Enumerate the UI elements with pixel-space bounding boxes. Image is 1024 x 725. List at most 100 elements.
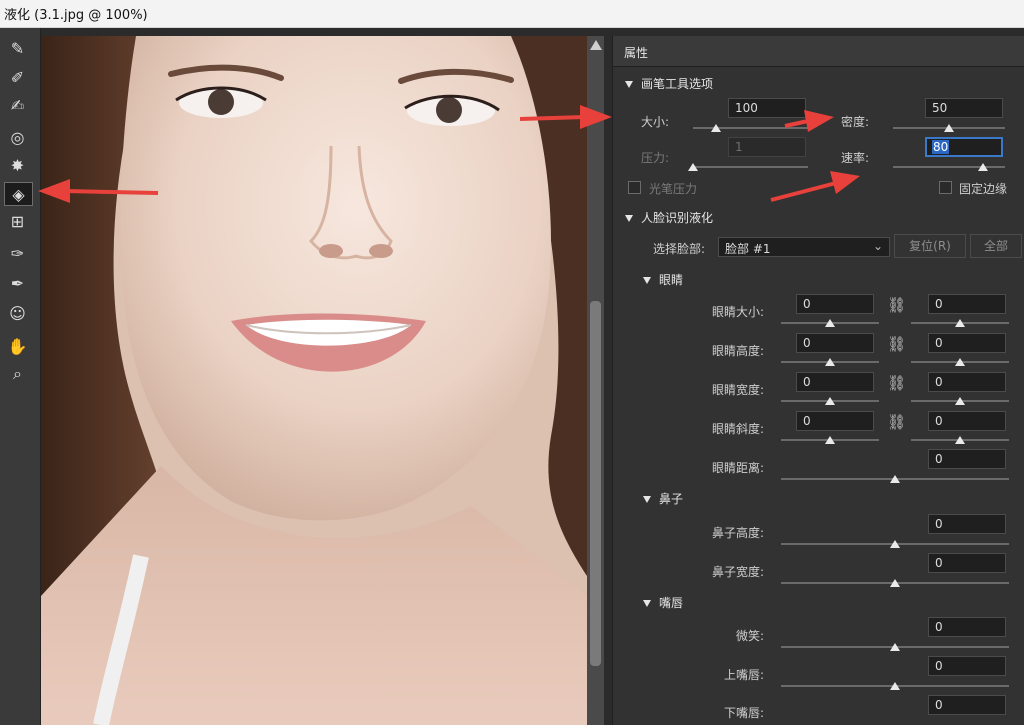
link-icon[interactable]: ⛓: [887, 374, 906, 392]
collapse-triangle-icon[interactable]: [643, 496, 651, 503]
freeze-mask-icon[interactable]: ✑: [4, 242, 31, 264]
portrait-image: [41, 36, 587, 725]
select-face-label: 选择脸部:: [653, 242, 706, 256]
scroll-thumb[interactable]: [590, 301, 601, 666]
nose-height-label: 鼻子高度:: [712, 526, 765, 540]
panel-title: 属性: [624, 46, 649, 60]
smile-slider[interactable]: [781, 643, 1009, 653]
eye-tilt-left-slider[interactable]: [781, 436, 879, 446]
nose-width-field[interactable]: 0: [928, 553, 1006, 573]
brush-rate-value: 80: [932, 140, 950, 154]
select-face-value: 脸部 #1: [725, 242, 771, 256]
window-title: 液化 (3.1.jpg @ 100%): [4, 8, 148, 23]
eye-size-left-field[interactable]: 0: [796, 294, 874, 314]
collapse-triangle-icon[interactable]: [625, 215, 633, 222]
eye-size-label: 眼睛大小:: [712, 305, 765, 319]
eye-size-right-field[interactable]: 0: [928, 294, 1006, 314]
brush-rate-field[interactable]: 80: [925, 137, 1003, 157]
eye-width-label: 眼睛宽度:: [712, 383, 765, 397]
panel-header: 属性: [613, 36, 1024, 67]
reconstruct-icon[interactable]: ✐: [4, 66, 31, 88]
thaw-mask-icon[interactable]: ✒: [4, 272, 31, 294]
eye-width-left-slider[interactable]: [781, 397, 879, 407]
reset-button[interactable]: 复位(R): [894, 234, 966, 258]
brush-size-field[interactable]: 100: [728, 98, 806, 118]
smile-label: 微笑:: [736, 629, 765, 643]
link-icon[interactable]: ⛓: [887, 413, 906, 431]
eye-width-left-field[interactable]: 0: [796, 372, 874, 392]
scroll-up-icon[interactable]: [590, 40, 602, 50]
all-button[interactable]: 全部: [970, 234, 1022, 258]
brush-density-slider[interactable]: [893, 124, 1005, 134]
push-left-icon[interactable]: ⊞: [4, 210, 31, 232]
eye-size-right-slider[interactable]: [911, 319, 1009, 329]
nose-width-slider[interactable]: [781, 579, 1009, 589]
eye-height-left-slider[interactable]: [781, 358, 879, 368]
pin-edges-checkbox[interactable]: [939, 181, 952, 194]
brush-rate-slider[interactable]: [893, 163, 1005, 173]
select-face-dropdown[interactable]: 脸部 #1 ⌄: [718, 237, 890, 257]
lower-lip-field[interactable]: 0: [928, 695, 1006, 715]
brush-pressure-label: 压力:: [641, 151, 670, 165]
brush-pressure-slider[interactable]: [688, 163, 808, 173]
eye-tilt-right-slider[interactable]: [911, 436, 1009, 446]
section-mouth[interactable]: 嘴唇: [643, 594, 683, 611]
eye-distance-field[interactable]: 0: [928, 449, 1006, 469]
hand-icon[interactable]: ✋: [4, 335, 31, 357]
zoom-icon[interactable]: ⌕: [4, 363, 31, 385]
link-icon[interactable]: ⛓: [887, 296, 906, 314]
section-title: 画笔工具选项: [641, 77, 714, 91]
eye-tilt-left-field[interactable]: 0: [796, 411, 874, 431]
eye-height-right-field[interactable]: 0: [928, 333, 1006, 353]
eye-height-left-field[interactable]: 0: [796, 333, 874, 353]
lower-lip-label: 下嘴唇:: [724, 706, 765, 720]
section-title: 嘴唇: [659, 596, 684, 610]
eye-tilt-right-field[interactable]: 0: [928, 411, 1006, 431]
upper-lip-field[interactable]: 0: [928, 656, 1006, 676]
smooth-icon[interactable]: ✍: [4, 94, 31, 116]
eye-height-label: 眼睛高度:: [712, 344, 765, 358]
eye-distance-label: 眼睛距离:: [712, 461, 765, 475]
link-icon[interactable]: ⛓: [887, 335, 906, 353]
section-title: 眼睛: [659, 273, 684, 287]
forward-warp-icon[interactable]: ✎: [4, 37, 31, 59]
properties-panel: 属性 画笔工具选项 大小: 100 密度: 50 压力: 1 速率: 80 光笔…: [612, 36, 1024, 725]
twirl-icon[interactable]: ◎: [4, 126, 31, 148]
face-select-icon[interactable]: ☺: [4, 302, 31, 324]
smile-field[interactable]: 0: [928, 617, 1006, 637]
brush-size-slider[interactable]: [693, 124, 808, 134]
eye-width-right-slider[interactable]: [911, 397, 1009, 407]
face-tool-icon[interactable]: ◈: [4, 182, 33, 206]
section-brush-options[interactable]: 画笔工具选项: [625, 75, 713, 92]
chevron-down-icon: ⌄: [872, 239, 883, 253]
brush-size-label: 大小:: [641, 115, 670, 129]
tool-palette: ✎ ✐ ✍ ◎ ✸ ◈ ⊞ ✑ ✒ ☺ ✋ ⌕: [0, 28, 41, 725]
pin-edges-label: 固定边缘: [959, 182, 1008, 196]
eye-size-left-slider[interactable]: [781, 319, 879, 329]
brush-density-label: 密度:: [841, 115, 870, 129]
brush-density-field[interactable]: 50: [925, 98, 1003, 118]
section-face-liquify[interactable]: 人脸识别液化: [625, 209, 713, 226]
section-eyes[interactable]: 眼睛: [643, 271, 683, 288]
nose-width-label: 鼻子宽度:: [712, 565, 765, 579]
section-title: 人脸识别液化: [641, 211, 714, 225]
photo-canvas[interactable]: [41, 36, 587, 725]
eye-height-right-slider[interactable]: [911, 358, 1009, 368]
stylus-pressure-checkbox[interactable]: [628, 181, 641, 194]
upper-lip-label: 上嘴唇:: [724, 668, 765, 682]
eye-distance-slider[interactable]: [781, 475, 1009, 485]
title-bar: 液化 (3.1.jpg @ 100%): [0, 0, 1024, 28]
pucker-icon[interactable]: ✸: [4, 154, 31, 176]
upper-lip-slider[interactable]: [781, 682, 1009, 692]
brush-pressure-field[interactable]: 1: [728, 137, 806, 157]
eye-width-right-field[interactable]: 0: [928, 372, 1006, 392]
collapse-triangle-icon[interactable]: [643, 600, 651, 607]
nose-height-field[interactable]: 0: [928, 514, 1006, 534]
nose-height-slider[interactable]: [781, 540, 1009, 550]
canvas-scrollbar[interactable]: [587, 36, 604, 725]
collapse-triangle-icon[interactable]: [625, 81, 633, 88]
eye-tilt-label: 眼睛斜度:: [712, 422, 765, 436]
collapse-triangle-icon[interactable]: [643, 277, 651, 284]
stylus-pressure-label: 光笔压力: [649, 182, 698, 196]
section-nose[interactable]: 鼻子: [643, 490, 683, 507]
